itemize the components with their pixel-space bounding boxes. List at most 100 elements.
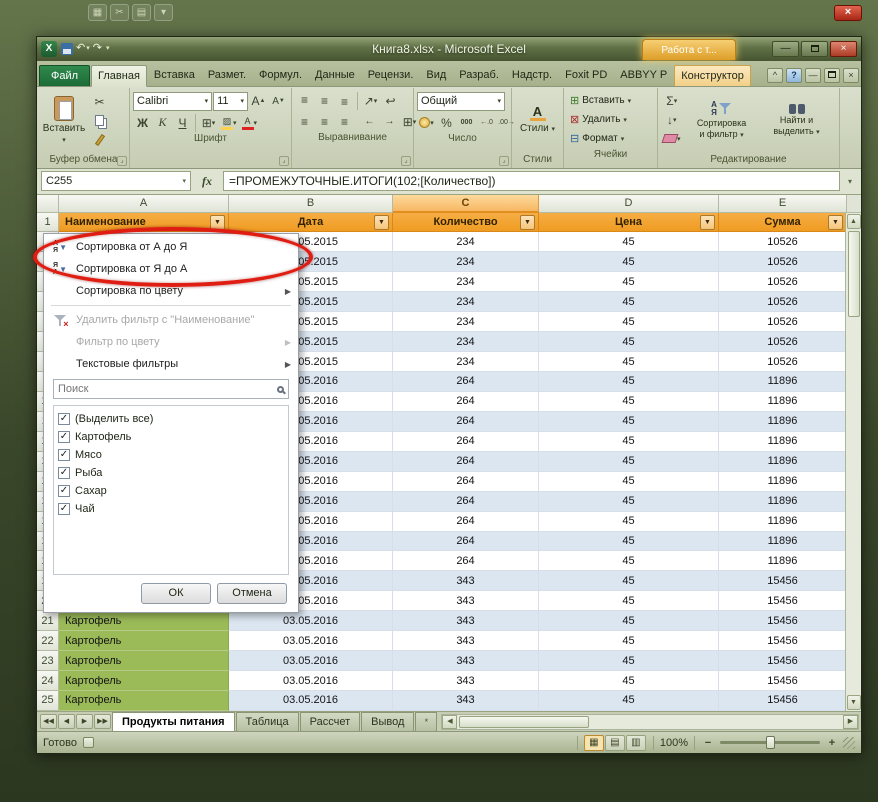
decrease-indent-button[interactable]: ←	[360, 113, 379, 131]
find-select-button[interactable]: Найти и выделить ▾	[761, 90, 833, 152]
header-cell-date[interactable]: Дата▼	[229, 213, 393, 233]
ribbon-tab[interactable]: ABBYY P	[614, 65, 673, 86]
checkbox-checked-icon[interactable]: ✓	[58, 503, 70, 515]
doc-close-button[interactable]: ×	[843, 68, 859, 83]
cell-price[interactable]: 45	[539, 512, 719, 532]
zoom-level-label[interactable]: 100%	[660, 737, 688, 749]
restore-button[interactable]	[801, 41, 828, 57]
cell-sum[interactable]: 10526	[719, 292, 847, 312]
cut-button[interactable]: ✂	[90, 93, 109, 111]
orientation-button[interactable]: ↗▾	[361, 92, 380, 110]
view-page-break-button[interactable]: ▥	[626, 735, 646, 751]
fill-color-button[interactable]: ▨▾	[219, 114, 239, 132]
header-cell-qty[interactable]: Количество▼	[393, 213, 539, 233]
cell-price[interactable]: 45	[539, 452, 719, 472]
delete-cells-button[interactable]: ⊠Удалить▾	[567, 111, 654, 129]
menu-item-sort-az[interactable]: АЯ▼ Сортировка от А до Я	[45, 236, 297, 258]
dialog-launcher-icon[interactable]: ⌟	[401, 156, 411, 166]
excel-logo-icon[interactable]: X	[41, 41, 57, 57]
align-top-button[interactable]: ≡	[295, 92, 314, 110]
cell-qty[interactable]: 264	[393, 432, 539, 452]
view-normal-button[interactable]: ▦	[584, 735, 604, 751]
ribbon-tab[interactable]: Foxit PD	[559, 65, 613, 86]
doc-restore-button[interactable]	[824, 68, 840, 83]
dialog-launcher-icon[interactable]: ⌟	[117, 156, 127, 166]
align-left-button[interactable]: ≡	[295, 113, 314, 131]
wrap-text-button[interactable]: ↩	[381, 92, 400, 110]
cell-name[interactable]: Картофель	[59, 611, 229, 631]
percent-style-button[interactable]: %	[437, 114, 456, 132]
cell-qty[interactable]: 264	[393, 512, 539, 532]
last-sheet-button[interactable]: ▶▶	[94, 714, 111, 729]
cell-sum[interactable]: 10526	[719, 252, 847, 272]
borders-button[interactable]: ⊞▾	[199, 114, 218, 132]
first-sheet-button[interactable]: ◀◀	[40, 714, 57, 729]
comma-style-button[interactable]: 000	[457, 114, 476, 132]
insert-function-button[interactable]: fx	[194, 174, 220, 189]
cell-qty[interactable]: 264	[393, 551, 539, 571]
cell-sum[interactable]: 11896	[719, 432, 847, 452]
column-header[interactable]: B	[229, 195, 393, 213]
checkbox-checked-icon[interactable]: ✓	[58, 431, 70, 443]
vertical-scroll-thumb[interactable]	[848, 231, 860, 317]
cell-price[interactable]: 45	[539, 631, 719, 651]
ribbon-tab[interactable]: Надстр.	[506, 65, 558, 86]
filter-checkbox-item[interactable]: ✓ Чай	[58, 500, 284, 518]
cell-sum[interactable]: 11896	[719, 492, 847, 512]
cell-name[interactable]: Картофель	[59, 691, 229, 711]
align-center-button[interactable]: ≡	[315, 113, 334, 131]
ribbon-tab[interactable]: Рецензи.	[362, 65, 420, 86]
cell-sum[interactable]: 10526	[719, 232, 847, 252]
outer-close-button[interactable]: ×	[834, 5, 862, 21]
ribbon-tab[interactable]: Данные	[309, 65, 361, 86]
expand-formula-bar-button[interactable]: ▾	[843, 177, 857, 186]
doc-minimize-button[interactable]: —	[805, 68, 821, 83]
cell-qty[interactable]: 343	[393, 631, 539, 651]
scroll-down-icon[interactable]: ▼	[847, 695, 861, 710]
cell-price[interactable]: 45	[539, 332, 719, 352]
header-cell-sum[interactable]: Сумма▼	[719, 213, 847, 233]
filter-checkbox-item[interactable]: ✓ Картофель	[58, 428, 284, 446]
cell-qty[interactable]: 234	[393, 312, 539, 332]
name-box[interactable]: C255▾	[41, 171, 191, 191]
font-name-combo[interactable]: Calibri▾	[133, 92, 212, 111]
checkbox-checked-icon[interactable]: ✓	[58, 485, 70, 497]
next-sheet-button[interactable]: ▶	[76, 714, 93, 729]
cancel-button[interactable]: Отмена	[217, 583, 287, 604]
cell-price[interactable]: 45	[539, 372, 719, 392]
cell-price[interactable]: 45	[539, 432, 719, 452]
filter-search-input[interactable]	[58, 383, 273, 395]
bold-button[interactable]: Ж	[133, 114, 152, 132]
autosum-button[interactable]: Σ▾	[661, 92, 683, 110]
cell-sum[interactable]: 11896	[719, 472, 847, 492]
row-header[interactable]: 22	[37, 631, 59, 651]
column-header[interactable]: C	[393, 195, 539, 213]
cell-sum[interactable]: 11896	[719, 452, 847, 472]
filter-button-date[interactable]: ▼	[374, 215, 389, 230]
cell-price[interactable]: 45	[539, 312, 719, 332]
underline-button[interactable]: Ч	[173, 114, 192, 132]
macro-record-icon[interactable]	[83, 737, 94, 748]
cell-price[interactable]: 45	[539, 492, 719, 512]
cell-price[interactable]: 45	[539, 292, 719, 312]
header-cell-name[interactable]: Наименование▼	[59, 213, 229, 233]
close-button[interactable]: ×	[830, 41, 857, 57]
chrome-dropdown-icon[interactable]: ▾	[154, 4, 173, 21]
cell-price[interactable]: 45	[539, 472, 719, 492]
dialog-launcher-icon[interactable]: ⌟	[279, 156, 289, 166]
cell-sum[interactable]: 15456	[719, 691, 847, 711]
align-bottom-button[interactable]: ≡	[335, 92, 354, 110]
cell-qty[interactable]: 234	[393, 332, 539, 352]
menu-item-sort-za[interactable]: ЯА▼ Сортировка от Я до А	[45, 258, 297, 280]
dialog-launcher-icon[interactable]: ⌟	[499, 156, 509, 166]
menu-item-filter-by-color[interactable]: Фильтр по цвету ▶	[45, 331, 297, 353]
chrome-page-icon[interactable]: ▤	[132, 4, 151, 21]
cell-qty[interactable]: 343	[393, 651, 539, 671]
cell-price[interactable]: 45	[539, 691, 719, 711]
cell-sum[interactable]: 11896	[719, 532, 847, 552]
cell-sum[interactable]: 11896	[719, 551, 847, 571]
ribbon-tab[interactable]: Вставка	[148, 65, 201, 86]
font-color-button[interactable]: А▾	[240, 114, 260, 132]
cell-qty[interactable]: 234	[393, 292, 539, 312]
filter-checkbox-item[interactable]: ✓ Мясо	[58, 446, 284, 464]
